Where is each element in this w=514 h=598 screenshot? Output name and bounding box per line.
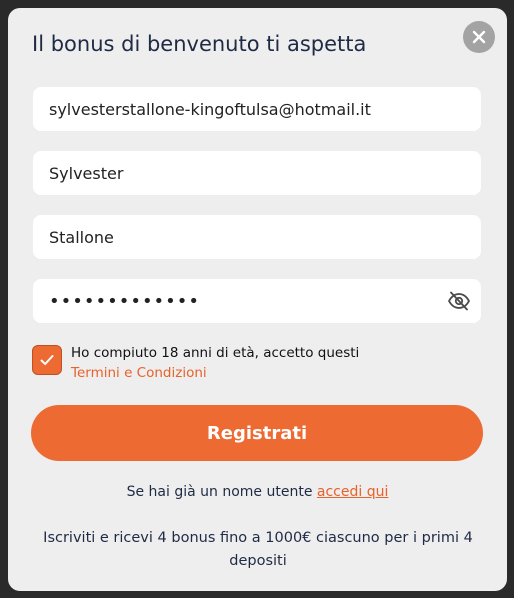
- close-button[interactable]: [463, 21, 495, 53]
- terms-link[interactable]: Termini e Condizioni: [71, 363, 359, 383]
- register-button[interactable]: Registrati: [31, 405, 483, 461]
- login-link[interactable]: accedi qui: [317, 484, 388, 500]
- age-terms-checkbox[interactable]: [32, 345, 62, 375]
- eye-slash-icon: [448, 291, 470, 311]
- last-name-field[interactable]: [33, 215, 481, 259]
- email-field[interactable]: [33, 87, 481, 131]
- close-icon: [472, 30, 486, 44]
- login-prompt: Se hai già un nome utente accedi qui: [8, 484, 507, 500]
- password-field[interactable]: [33, 279, 481, 323]
- password-visibility-toggle[interactable]: [446, 288, 472, 314]
- login-prompt-text: Se hai già un nome utente: [126, 484, 313, 500]
- consent-text: Ho compiuto 18 anni di età, accetto ques…: [71, 343, 359, 383]
- first-name-field[interactable]: [33, 151, 481, 195]
- modal-title: Il bonus di benvenuto ti aspetta: [32, 32, 367, 56]
- registration-modal: Il bonus di benvenuto ti aspetta Ho comp…: [8, 8, 507, 591]
- promo-text: Iscriviti e ricevi 4 bonus fino a 1000€ …: [43, 530, 473, 569]
- consent-label: Ho compiuto 18 anni di età, accetto ques…: [71, 345, 360, 361]
- checkmark-icon: [40, 355, 54, 365]
